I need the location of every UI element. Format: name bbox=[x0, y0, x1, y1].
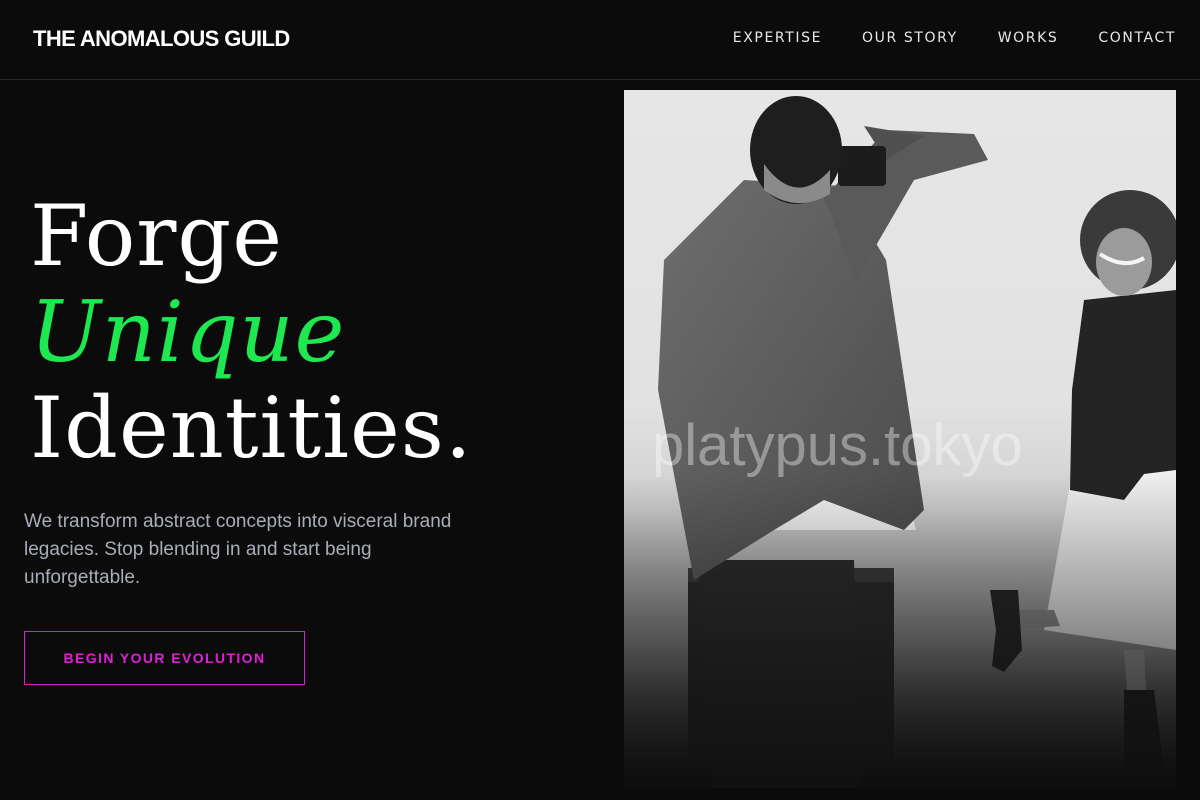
site-header: THE ANOMALOUS GUILD EXPERTISE OUR STORY … bbox=[0, 0, 1200, 80]
brand-logo[interactable]: THE ANOMALOUS GUILD bbox=[33, 26, 290, 52]
nav-link-works[interactable]: WORKS bbox=[998, 30, 1059, 46]
hero-description: We transform abstract concepts into visc… bbox=[24, 511, 452, 588]
main-nav: EXPERTISE OUR STORY WORKS CONTACT bbox=[733, 30, 1176, 46]
nav-link-our-story[interactable]: OUR STORY bbox=[862, 30, 958, 46]
hero-headline: Forge Unique Identities. bbox=[30, 188, 610, 476]
photographer-and-model-illustration bbox=[624, 90, 1176, 788]
nav-link-expertise[interactable]: EXPERTISE bbox=[733, 30, 822, 46]
begin-evolution-button[interactable]: BEGIN YOUR EVOLUTION bbox=[24, 631, 305, 685]
headline-line-1: Forge bbox=[30, 187, 283, 285]
headline-line-2-accent: Unique bbox=[30, 283, 346, 381]
nav-link-contact[interactable]: CONTACT bbox=[1098, 30, 1176, 46]
headline-line-3: Identities. bbox=[30, 379, 473, 477]
hero-photo: platypus.tokyo bbox=[624, 90, 1176, 788]
